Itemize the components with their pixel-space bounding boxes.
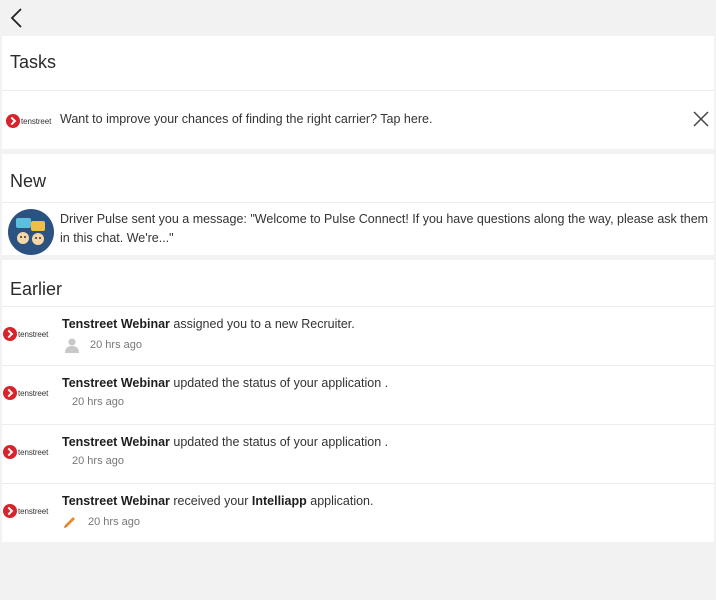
logo-text: tenstreet [18, 388, 49, 398]
notification-meta: 20 hrs ago [72, 396, 124, 408]
notification-actor: Tenstreet Webinar [62, 494, 170, 508]
message-item[interactable]: Driver Pulse sent you a message: "Welcom… [2, 203, 714, 255]
notification-meta: 20 hrs ago [64, 337, 142, 353]
tenstreet-logo-icon [3, 504, 17, 518]
timestamp: 20 hrs ago [72, 396, 124, 408]
notification-meta: 20 hrs ago [62, 514, 140, 530]
tenstreet-logo: tenstreet [3, 445, 48, 459]
message-text: Driver Pulse sent you a message: "Welcom… [60, 212, 709, 245]
notification-actor: Tenstreet Webinar [62, 317, 170, 331]
notification-action: received your [169, 494, 252, 508]
tenstreet-logo: tenstreet [3, 386, 48, 400]
pencil-icon [64, 517, 75, 528]
notification-action: updated the status of your application . [169, 376, 389, 390]
task-text[interactable]: Want to improve your chances of finding … [60, 112, 432, 126]
tenstreet-logo-icon [6, 114, 20, 128]
tenstreet-logo-icon [3, 445, 17, 459]
logo-text: tenstreet [18, 447, 49, 457]
top-bar [0, 0, 716, 36]
logo-text: tenstreet [18, 506, 49, 516]
notification-text: Tenstreet Webinar updated the status of … [62, 435, 388, 449]
close-icon[interactable] [692, 110, 710, 128]
timestamp: 20 hrs ago [90, 339, 142, 351]
notification-text: Tenstreet Webinar received your Intellia… [62, 494, 373, 508]
tenstreet-logo-icon [3, 327, 17, 341]
notification-action-suffix: application. [306, 494, 374, 508]
timestamp: 20 hrs ago [88, 516, 140, 528]
logo-text: tenstreet [18, 329, 49, 339]
timestamp: 20 hrs ago [72, 455, 124, 467]
new-header: New [10, 171, 47, 191]
earlier-section: Earlier tenstreet Tenstreet Webinar assi… [2, 260, 714, 542]
tenstreet-logo-icon [3, 386, 17, 400]
new-section: New Driver Pulse sent you a message: "We… [2, 154, 714, 255]
tasks-header: Tasks [10, 52, 57, 72]
notification-item[interactable]: tenstreet Tenstreet Webinar updated the … [2, 425, 714, 483]
notification-meta: 20 hrs ago [72, 455, 124, 467]
earlier-header: Earlier [10, 279, 63, 299]
logo-text: tenstreet [21, 116, 52, 126]
tenstreet-logo: tenstreet [3, 504, 48, 518]
notification-item[interactable]: tenstreet Tenstreet Webinar updated the … [2, 366, 714, 424]
driver-pulse-avatar [8, 209, 54, 255]
person-icon [65, 338, 79, 353]
tenstreet-logo: tenstreet [3, 327, 48, 341]
notification-action: updated the status of your application . [169, 435, 389, 449]
notification-actor: Tenstreet Webinar [62, 435, 170, 449]
notification-item[interactable]: tenstreet Tenstreet Webinar received you… [2, 484, 714, 542]
notification-text: Tenstreet Webinar updated the status of … [62, 376, 388, 390]
chat-bubbles-icon [16, 218, 45, 245]
notification-action: assigned you to a new Recruiter. [169, 317, 355, 331]
tenstreet-logo: tenstreet [6, 114, 51, 128]
back-arrow-icon[interactable] [9, 7, 25, 29]
task-item[interactable]: tenstreet Want to improve your chances o… [2, 91, 714, 149]
notification-item[interactable]: tenstreet Tenstreet Webinar assigned you… [2, 307, 714, 365]
notification-actor: Tenstreet Webinar [62, 376, 170, 390]
notification-object: Intelliapp [251, 494, 307, 508]
notification-text: Tenstreet Webinar assigned you to a new … [62, 317, 355, 331]
tasks-section: Tasks tenstreet Want to improve your cha… [2, 36, 714, 149]
